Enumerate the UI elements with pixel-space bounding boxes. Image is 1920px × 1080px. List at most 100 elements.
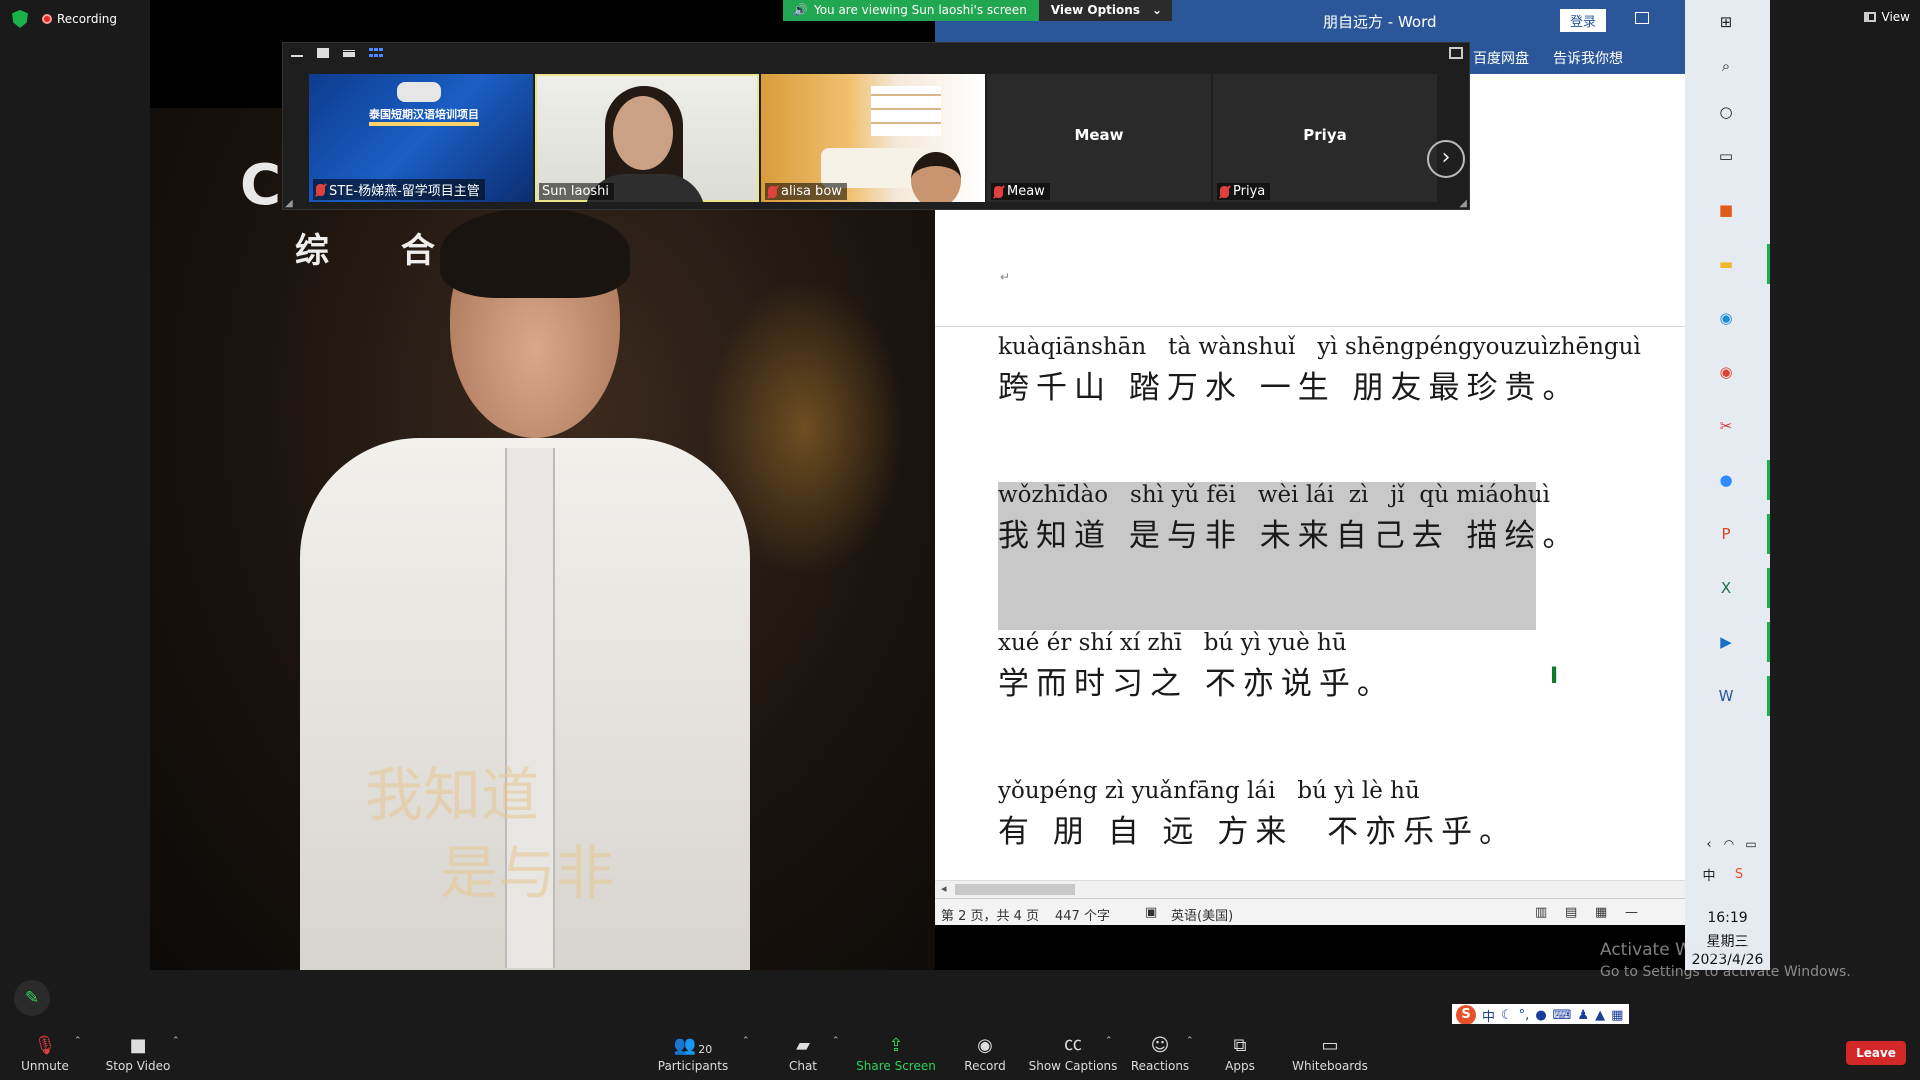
- word-title: 朋自远方 - Word: [1323, 13, 1437, 31]
- windows-start-icon[interactable]: ⊞: [1712, 8, 1740, 36]
- horizontal-scrollbar[interactable]: ◂: [935, 880, 1770, 898]
- snipping-icon[interactable]: ✂: [1712, 412, 1740, 440]
- share-screen-icon: ⇪: [888, 1035, 904, 1056]
- view-grid-icon: [1863, 12, 1876, 22]
- share-screen-button[interactable]: ⇪ Share Screen: [846, 1032, 946, 1073]
- mic-muted-icon: [994, 185, 1003, 198]
- language-indicator[interactable]: 英语(美国): [1171, 905, 1233, 924]
- viewing-indicator: 🔊 You are viewing Sun laoshi's screen: [783, 0, 1039, 21]
- participant-video-strip: 泰国短期汉语培训项目 STE-杨娣燕-留学项目主管 Sun laoshi ali…: [282, 42, 1470, 210]
- sogou-logo-icon: S: [1456, 1005, 1476, 1025]
- excel-icon[interactable]: X: [1712, 574, 1740, 602]
- view-options-button[interactable]: View Options ⌄: [1038, 0, 1173, 21]
- minimize-icon[interactable]: [291, 55, 303, 57]
- verse-line-1: kuàqiānshān tà wànshuǐ yì shēngpéngyouzu…: [998, 334, 1641, 407]
- tell-me-box[interactable]: 告诉我你想: [1553, 48, 1623, 68]
- leave-button[interactable]: Leave: [1846, 1041, 1906, 1065]
- moon-icon[interactable]: ☾: [1501, 1008, 1513, 1023]
- resize-handle-icon[interactable]: ◢: [1459, 198, 1467, 209]
- keyboard-icon[interactable]: ⌨: [1553, 1008, 1572, 1023]
- login-button[interactable]: 登录: [1560, 9, 1607, 32]
- battery-icon[interactable]: ▭: [1737, 830, 1765, 858]
- sogou-icon[interactable]: S: [1725, 860, 1753, 888]
- scrollbar-thumb[interactable]: [955, 884, 1075, 895]
- zoom-out-icon[interactable]: —: [1625, 905, 1638, 920]
- video-tile-ste[interactable]: 泰国短期汉语培训项目 STE-杨娣燕-留学项目主管: [309, 74, 533, 202]
- page-count[interactable]: 第 2 页，共 4 页: [941, 905, 1039, 924]
- video-tile-alisa-bow[interactable]: alisa bow: [761, 74, 985, 202]
- word-count[interactable]: 447 个字: [1055, 905, 1110, 924]
- task-view-icon[interactable]: ▭: [1712, 142, 1740, 170]
- recording-indicator[interactable]: Recording: [42, 12, 117, 26]
- exit-strip-icon[interactable]: [1449, 47, 1463, 59]
- participants-button[interactable]: 👥 20 Participants: [643, 1032, 743, 1073]
- punctuation-icon[interactable]: °,: [1519, 1008, 1530, 1023]
- lyric-line-2: 是与非: [440, 839, 615, 907]
- annotate-pencil-icon[interactable]: ✎: [14, 980, 50, 1016]
- chat-chevron-icon[interactable]: ⌃: [832, 1036, 840, 1046]
- mic-icon[interactable]: ●: [1535, 1008, 1546, 1023]
- ime-language-indicator[interactable]: 中: [1482, 1006, 1495, 1025]
- cortana-icon[interactable]: ○: [1712, 98, 1740, 126]
- verse-line-4: yǒupéng zì yuǎnfāng lái bú yì lè hū 有 朋 …: [998, 778, 1517, 851]
- chat-icon: ▰: [796, 1035, 810, 1056]
- scroll-left-icon[interactable]: ◂: [941, 882, 947, 895]
- web-layout-icon[interactable]: ▦: [1595, 905, 1607, 920]
- poster-subtitle-bar: [369, 122, 479, 126]
- hanzi-text: 学而时习之 不亦说乎。: [998, 666, 1395, 702]
- search-icon[interactable]: ⌕: [1712, 52, 1740, 80]
- strip-view-icon[interactable]: [343, 49, 355, 57]
- restore-icon[interactable]: [1635, 12, 1649, 24]
- participant-name-label: Meaw: [991, 183, 1050, 200]
- participant-name-label: Priya: [1217, 183, 1271, 200]
- ribbon-baidu-tab[interactable]: 百度网盘: [1473, 48, 1529, 68]
- zoom-icon[interactable]: ●: [1712, 466, 1740, 494]
- file-explorer-icon[interactable]: ▬: [1712, 250, 1740, 278]
- word-icon[interactable]: W: [1712, 682, 1740, 710]
- security-shield-icon[interactable]: [12, 10, 28, 28]
- whiteboards-button[interactable]: ▭ Whiteboards: [1280, 1032, 1380, 1073]
- apps-button[interactable]: ⧉ Apps: [1190, 1032, 1290, 1073]
- print-layout-icon[interactable]: ▤: [1565, 905, 1577, 920]
- user-icon[interactable]: ♟: [1577, 1008, 1589, 1023]
- lyric-line-1: 我知道: [365, 761, 540, 829]
- video-tile-sun-laoshi[interactable]: Sun laoshi: [535, 74, 759, 202]
- store-icon[interactable]: ■: [1712, 196, 1740, 224]
- strip-view-tools: [291, 48, 383, 58]
- poster-title: 泰国短期汉语培训项目: [369, 108, 479, 121]
- ime-mode-icon[interactable]: 中: [1695, 860, 1723, 888]
- speaker-icon: 🔊: [793, 3, 808, 17]
- recording-dot-icon: [42, 14, 52, 24]
- proofing-icon[interactable]: ▣: [1145, 905, 1157, 920]
- chrome-icon[interactable]: ◉: [1712, 358, 1740, 386]
- poster-logo: [397, 82, 441, 102]
- mic-muted-icon: [316, 183, 325, 196]
- view-button[interactable]: View: [1863, 10, 1910, 24]
- read-mode-icon[interactable]: ▥: [1535, 905, 1547, 920]
- video-tile-meaw[interactable]: Meaw Meaw: [987, 74, 1211, 202]
- video-options-chevron-icon[interactable]: ⌃: [172, 1036, 180, 1046]
- video-tile-priya[interactable]: Priya Priya: [1213, 74, 1437, 202]
- edge-icon[interactable]: ◉: [1712, 304, 1740, 332]
- audio-options-chevron-icon[interactable]: ⌃: [74, 1036, 82, 1046]
- clock-time[interactable]: 16:19: [1685, 910, 1770, 926]
- powerpoint-icon[interactable]: P: [1712, 520, 1740, 548]
- next-page-chevron-icon[interactable]: ›: [1427, 140, 1465, 178]
- ime-toolbar[interactable]: S 中 ☾ °, ● ⌨ ♟ ▲ ▦: [1452, 1004, 1630, 1026]
- mic-muted-icon: [768, 185, 777, 198]
- speaker-view-icon[interactable]: [317, 48, 329, 58]
- resize-handle-icon[interactable]: ◢: [285, 198, 293, 209]
- whiteboard-icon: ▭: [1321, 1035, 1339, 1056]
- participants-count: 20: [698, 1043, 713, 1056]
- record-button[interactable]: ◉ Record: [935, 1032, 1035, 1073]
- shirt-icon[interactable]: ▲: [1595, 1008, 1605, 1023]
- captions-icon: ㏄: [1064, 1034, 1082, 1055]
- pinyin-text: xué ér shí xí zhī bú yì yuè hū: [998, 630, 1347, 656]
- gallery-view-icon[interactable]: [369, 48, 383, 58]
- activation-watermark-title: Activate Windows: [1600, 940, 1751, 960]
- participant-name-label: alisa bow: [765, 183, 847, 200]
- ibeam-cursor-icon: I: [1550, 664, 1559, 689]
- toolbox-icon[interactable]: ▦: [1611, 1008, 1623, 1023]
- media-player-icon[interactable]: ▶: [1712, 628, 1740, 656]
- participants-chevron-icon[interactable]: ⌃: [742, 1036, 750, 1046]
